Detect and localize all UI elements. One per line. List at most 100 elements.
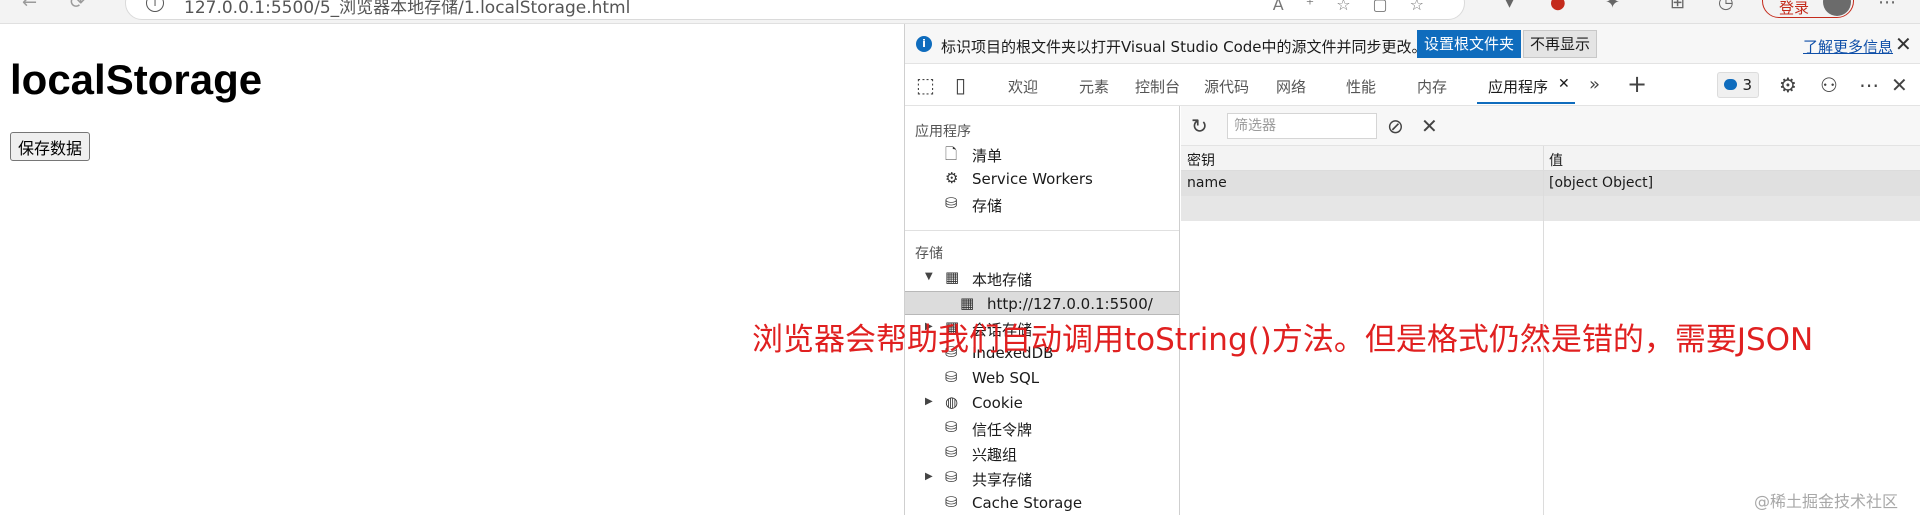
login-button[interactable]: 登录: [1762, 0, 1854, 18]
sidebar-item-local-storage-origin[interactable]: ▦ http://127.0.0.1:5500/: [905, 291, 1179, 315]
database-icon: ⛁: [945, 468, 958, 486]
sidebar-item-label: 清单: [972, 147, 1003, 165]
sidebar-item-shared-storage[interactable]: ▶ ⛁ 共享存储: [905, 466, 1179, 490]
device-emulation-icon[interactable]: ▯: [955, 73, 966, 97]
cookie-icon: ◍: [945, 393, 959, 411]
database-icon: ⛁: [945, 194, 958, 212]
more-icon[interactable]: ⋯: [1878, 0, 1896, 13]
dont-show-again-button[interactable]: 不再显示: [1523, 30, 1598, 58]
tab-close-icon[interactable]: ✕: [1558, 76, 1570, 92]
collapsed-arrow-icon[interactable]: ▶: [925, 471, 933, 482]
page-title: localStorage: [10, 56, 263, 103]
profile-icon[interactable]: ⚇: [1820, 73, 1838, 97]
message-icon: [1724, 79, 1737, 90]
more-tabs-icon[interactable]: »: [1589, 74, 1600, 95]
refresh-icon[interactable]: ↻: [1191, 114, 1208, 138]
tab-performance[interactable]: 性能: [1346, 76, 1376, 97]
database-icon: ⛁: [945, 418, 958, 436]
tab-elements[interactable]: 元素: [1079, 76, 1109, 97]
database-icon: ⛁: [945, 443, 958, 461]
shield-extension-icon[interactable]: ●: [1550, 0, 1566, 13]
sidebar-item-label: http://127.0.0.1:5500/: [987, 295, 1153, 313]
annotation-text: 浏览器会帮助我们自动调用toString()方法。但是格式仍然是错的，需要JSO…: [752, 322, 1814, 358]
tab-welcome[interactable]: 欢迎: [1008, 76, 1038, 97]
section-application: 应用程序: [915, 124, 971, 140]
add-tab-icon[interactable]: +: [1627, 70, 1647, 98]
column-header-value[interactable]: 值: [1549, 150, 1563, 170]
delete-selected-icon[interactable]: ✕: [1421, 114, 1438, 138]
sidebar-item-interest-groups[interactable]: ⛁ 兴趣组: [905, 441, 1179, 465]
section-storage: 存储: [915, 246, 943, 262]
empty-table-row[interactable]: [1181, 196, 1920, 221]
sidebar-item-trust-tokens[interactable]: ⛁ 信任令牌: [905, 416, 1179, 440]
sidebar-item-cookie[interactable]: ▶ ◍ Cookie: [905, 391, 1179, 415]
devtools-panel: i 标识项目的根文件夹以打开Visual Studio Code中的源文件并同步…: [904, 24, 1920, 515]
sidebar-item-label: 兴趣组: [972, 446, 1018, 464]
set-root-folder-button[interactable]: 设置根文件夹: [1417, 30, 1522, 58]
filter-input[interactable]: [1227, 113, 1377, 139]
table-icon: ▦: [945, 268, 960, 286]
column-header-key[interactable]: 密钥: [1187, 150, 1215, 170]
close-devtools-icon[interactable]: ✕: [1891, 73, 1908, 97]
clear-all-icon[interactable]: ⊘: [1387, 114, 1404, 138]
sidebar-item-label: 存储: [972, 197, 1003, 215]
sidebar-item-label: Cookie: [972, 394, 1023, 412]
tab-console[interactable]: 控制台: [1135, 76, 1180, 97]
application-sidebar: 应用程序 🗋 清单 ⚙ Service Workers ⛁ 存储 存储 ▼ ▦ …: [905, 106, 1180, 515]
divider: [905, 230, 1179, 231]
address-url[interactable]: 127.0.0.1:5500/5_浏览器本地存储/1.localStorage.…: [184, 0, 630, 18]
tab-sources[interactable]: 源代码: [1204, 76, 1249, 97]
row-key[interactable]: name: [1187, 175, 1227, 191]
close-icon[interactable]: ✕: [1895, 32, 1912, 56]
collections-icon[interactable]: ⊞: [1670, 0, 1685, 13]
tab-memory[interactable]: 内存: [1417, 76, 1447, 97]
sidebar-item-service-workers[interactable]: ⚙ Service Workers: [905, 167, 1179, 191]
sidebar-item-cache-storage[interactable]: ⛁ Cache Storage: [905, 491, 1179, 515]
issues-badge[interactable]: 3: [1717, 72, 1759, 98]
more-options-icon[interactable]: ⋯: [1859, 73, 1879, 97]
sidebar-item-label: Cache Storage: [972, 494, 1083, 512]
puzzle-icon[interactable]: ✦: [1605, 0, 1620, 13]
inspect-icon[interactable]: ⬚: [916, 73, 935, 97]
infobar-message: 标识项目的根文件夹以打开Visual Studio Code中的源文件并同步更改…: [941, 38, 1427, 56]
table-row[interactable]: name [object Object]: [1181, 171, 1920, 196]
sidebar-item-label: Web SQL: [972, 369, 1040, 387]
address-bar[interactable]: i 127.0.0.1:5500/5_浏览器本地存储/1.localStorag…: [125, 0, 1465, 20]
browser-toolbar: ← ⟳ i 127.0.0.1:5500/5_浏览器本地存储/1.localSt…: [0, 0, 1920, 24]
watermark: @稀土掘金技术社区: [1754, 492, 1899, 511]
issues-count: 3: [1742, 76, 1752, 94]
active-tab-indicator: [1477, 102, 1575, 104]
address-tools-icons[interactable]: A⁺☆▢☆: [1273, 0, 1446, 14]
table-icon: ▦: [960, 294, 975, 312]
info-icon: i: [916, 36, 932, 52]
sidebar-item-label: Service Workers: [972, 170, 1093, 188]
learn-more-link[interactable]: 了解更多信息: [1803, 36, 1893, 57]
extension-icon[interactable]: ▾: [1505, 0, 1514, 13]
tab-application[interactable]: 应用程序: [1488, 76, 1548, 97]
history-icon[interactable]: ◷: [1718, 0, 1734, 13]
sidebar-item-local-storage[interactable]: ▼ ▦ 本地存储: [905, 266, 1179, 290]
expanded-arrow-icon[interactable]: ▼: [925, 271, 933, 282]
document-icon: 🗋: [945, 145, 958, 163]
save-data-button[interactable]: 保存数据: [10, 132, 91, 161]
sidebar-item-web-sql[interactable]: ⛁ Web SQL: [905, 366, 1179, 390]
gear-icon: ⚙: [945, 169, 959, 187]
storage-view: ↻ ⊘ ✕ 密钥 值 name [object Object]: [1181, 106, 1920, 515]
devtools-tabbar: ⬚ ▯ 欢迎 元素 控制台 源代码 网络 性能 内存 应用程序 ✕ » + 3 …: [905, 64, 1920, 106]
devtools-infobar: i 标识项目的根文件夹以打开Visual Studio Code中的源文件并同步…: [905, 24, 1920, 64]
sidebar-item-manifest[interactable]: 🗋 清单: [905, 142, 1179, 166]
database-icon: ⛁: [945, 493, 958, 511]
login-label: 登录: [1779, 0, 1810, 17]
sidebar-item-label: 本地存储: [972, 271, 1033, 289]
settings-gear-icon[interactable]: ⚙: [1779, 73, 1797, 97]
back-icon[interactable]: ←: [22, 0, 37, 13]
refresh-icon[interactable]: ⟳: [70, 0, 85, 13]
sidebar-item-storage[interactable]: ⛁ 存储: [905, 192, 1179, 216]
sidebar-item-label: 信任令牌: [972, 421, 1033, 439]
row-value[interactable]: [object Object]: [1549, 175, 1653, 191]
table-header: 密钥 值: [1181, 146, 1920, 171]
tab-network[interactable]: 网络: [1276, 76, 1306, 97]
collapsed-arrow-icon[interactable]: ▶: [925, 396, 933, 407]
site-info-icon[interactable]: i: [146, 0, 164, 12]
avatar: [1823, 0, 1851, 16]
